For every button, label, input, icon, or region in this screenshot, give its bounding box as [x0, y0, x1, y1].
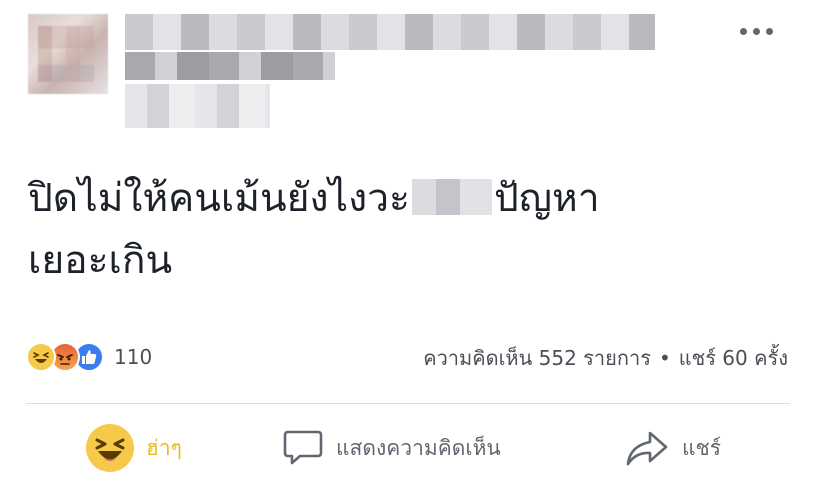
shares-count-link[interactable]: แชร์ 60 ครั้ง [679, 342, 788, 374]
post-text-line2: เยอะเกิน [28, 238, 173, 283]
haha-label: ฮ่าๆ [146, 435, 182, 460]
censored-word [412, 179, 493, 215]
post-text: ปิดไม่ให้คนเม้นยังไงวะ ปัญหา เยอะเกิน [28, 168, 788, 292]
avatar-blurred[interactable] [28, 14, 108, 94]
share-icon [626, 431, 668, 466]
haha-icon [26, 342, 56, 372]
author-name-blurred[interactable] [125, 14, 655, 50]
comment-label: แสดงความคิดเห็น [336, 435, 501, 460]
haha-icon [86, 424, 134, 472]
comment-icon [283, 430, 323, 465]
reaction-count: 110 [114, 345, 153, 369]
share-button[interactable]: แชร์ [624, 418, 721, 478]
comment-button[interactable]: แสดงความคิดเห็น [282, 418, 501, 478]
comments-count-link[interactable]: ความคิดเห็น 552 รายการ [423, 342, 651, 374]
post-header [0, 0, 814, 140]
post-meta-blurred [125, 52, 335, 80]
summary-separator: • [658, 346, 671, 370]
more-options-icon[interactable] [740, 28, 774, 36]
divider [26, 403, 790, 404]
action-bar: ฮ่าๆ แสดงความคิดเห็น แชร์ [26, 418, 788, 478]
post-text-line1-b: ปัญหา [494, 176, 600, 221]
post-stats: 110 ความคิดเห็น 552 รายการ • แชร์ 60 ครั… [26, 340, 788, 374]
haha-reaction-button[interactable]: ฮ่าๆ [86, 418, 182, 478]
post-date-blurred [125, 84, 270, 128]
post-text-line1-a: ปิดไม่ให้คนเม้นยังไงวะ [28, 176, 411, 221]
share-label: แชร์ [682, 435, 722, 460]
reactions-summary[interactable]: 110 [26, 340, 152, 374]
post-summary: ความคิดเห็น 552 รายการ • แชร์ 60 ครั้ง [423, 342, 788, 374]
